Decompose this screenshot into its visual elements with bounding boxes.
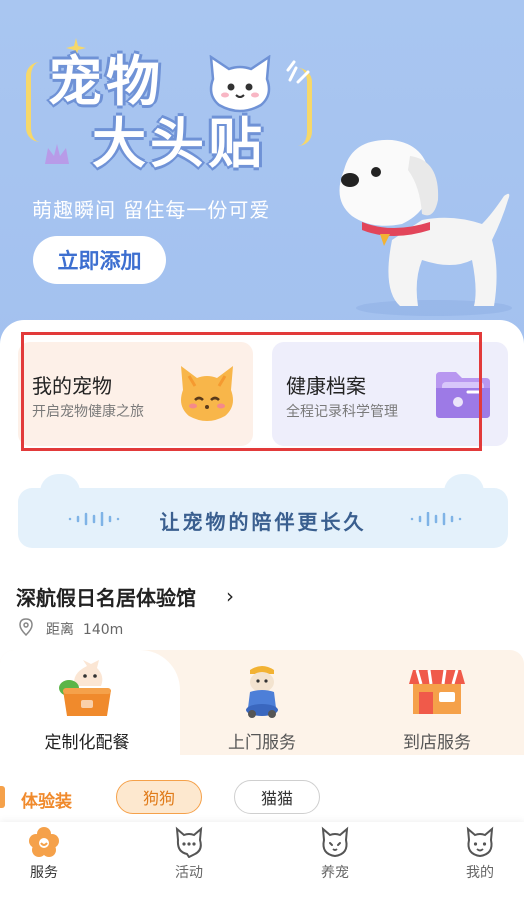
hero-subtitle: 萌趣瞬间 留住每一份可爱 (32, 198, 271, 222)
service-label-custom-meal: 定制化配餐 (44, 733, 130, 753)
delivery-dog-icon (246, 666, 278, 718)
highlight-frame (21, 332, 482, 451)
nav-label-service: 服务 (30, 865, 58, 881)
store-icon (409, 669, 465, 714)
distance-label: 距离 (46, 622, 74, 638)
add-now-button[interactable]: 立即添加 (33, 236, 166, 284)
service-label-store-service: 到店服务 (403, 733, 471, 753)
chip-cat[interactable]: 猫猫 (234, 780, 320, 814)
flower-paw-icon (29, 827, 59, 857)
hero-banner: 宠物 大头贴 萌趣瞬间 留住每一份可爱 立即添加 (0, 0, 524, 345)
location-pin-icon (19, 618, 33, 636)
nav-item-mine[interactable]: 我的 (440, 826, 520, 886)
nav-item-service[interactable]: 服务 (4, 826, 84, 886)
service-tab-home-service[interactable]: 上门服务 (175, 658, 349, 754)
slogan-bar: 让宠物的陪伴更长久 (18, 488, 508, 548)
nav-item-pet-care[interactable]: 养宠 (295, 826, 375, 886)
meal-cat-icon (59, 660, 111, 716)
nav-label-pet-care: 养宠 (321, 865, 349, 881)
sound-wave-right-icon (410, 512, 462, 526)
cat-chat-icon (175, 826, 203, 858)
chevron-right-icon[interactable]: › (226, 584, 234, 608)
dog-illustration (339, 139, 512, 316)
service-tab-store-service[interactable]: 到店服务 (350, 658, 524, 754)
nav-label-mine: 我的 (466, 865, 494, 881)
store-distance: 距离 140m (46, 619, 123, 639)
service-tab-custom-meal[interactable]: 定制化配餐 (0, 658, 174, 754)
chip-dog[interactable]: 狗狗 (116, 780, 202, 814)
cat-head-icon (209, 55, 271, 113)
store-name[interactable]: 深航假日名居体验馆 (16, 582, 196, 611)
cat-outline-icon (321, 826, 349, 858)
filter-label: 体验装 (21, 792, 72, 812)
nav-item-activity[interactable]: 活动 (149, 826, 229, 886)
nav-label-activity: 活动 (175, 865, 203, 881)
bracket-left-decoration (26, 62, 40, 142)
filter-accent-bar (0, 786, 5, 808)
hero-title-line2: 大头贴 (92, 111, 266, 175)
cat-profile-icon (466, 826, 494, 858)
distance-value: 140m (82, 622, 124, 638)
service-label-home-service: 上门服务 (228, 733, 296, 753)
